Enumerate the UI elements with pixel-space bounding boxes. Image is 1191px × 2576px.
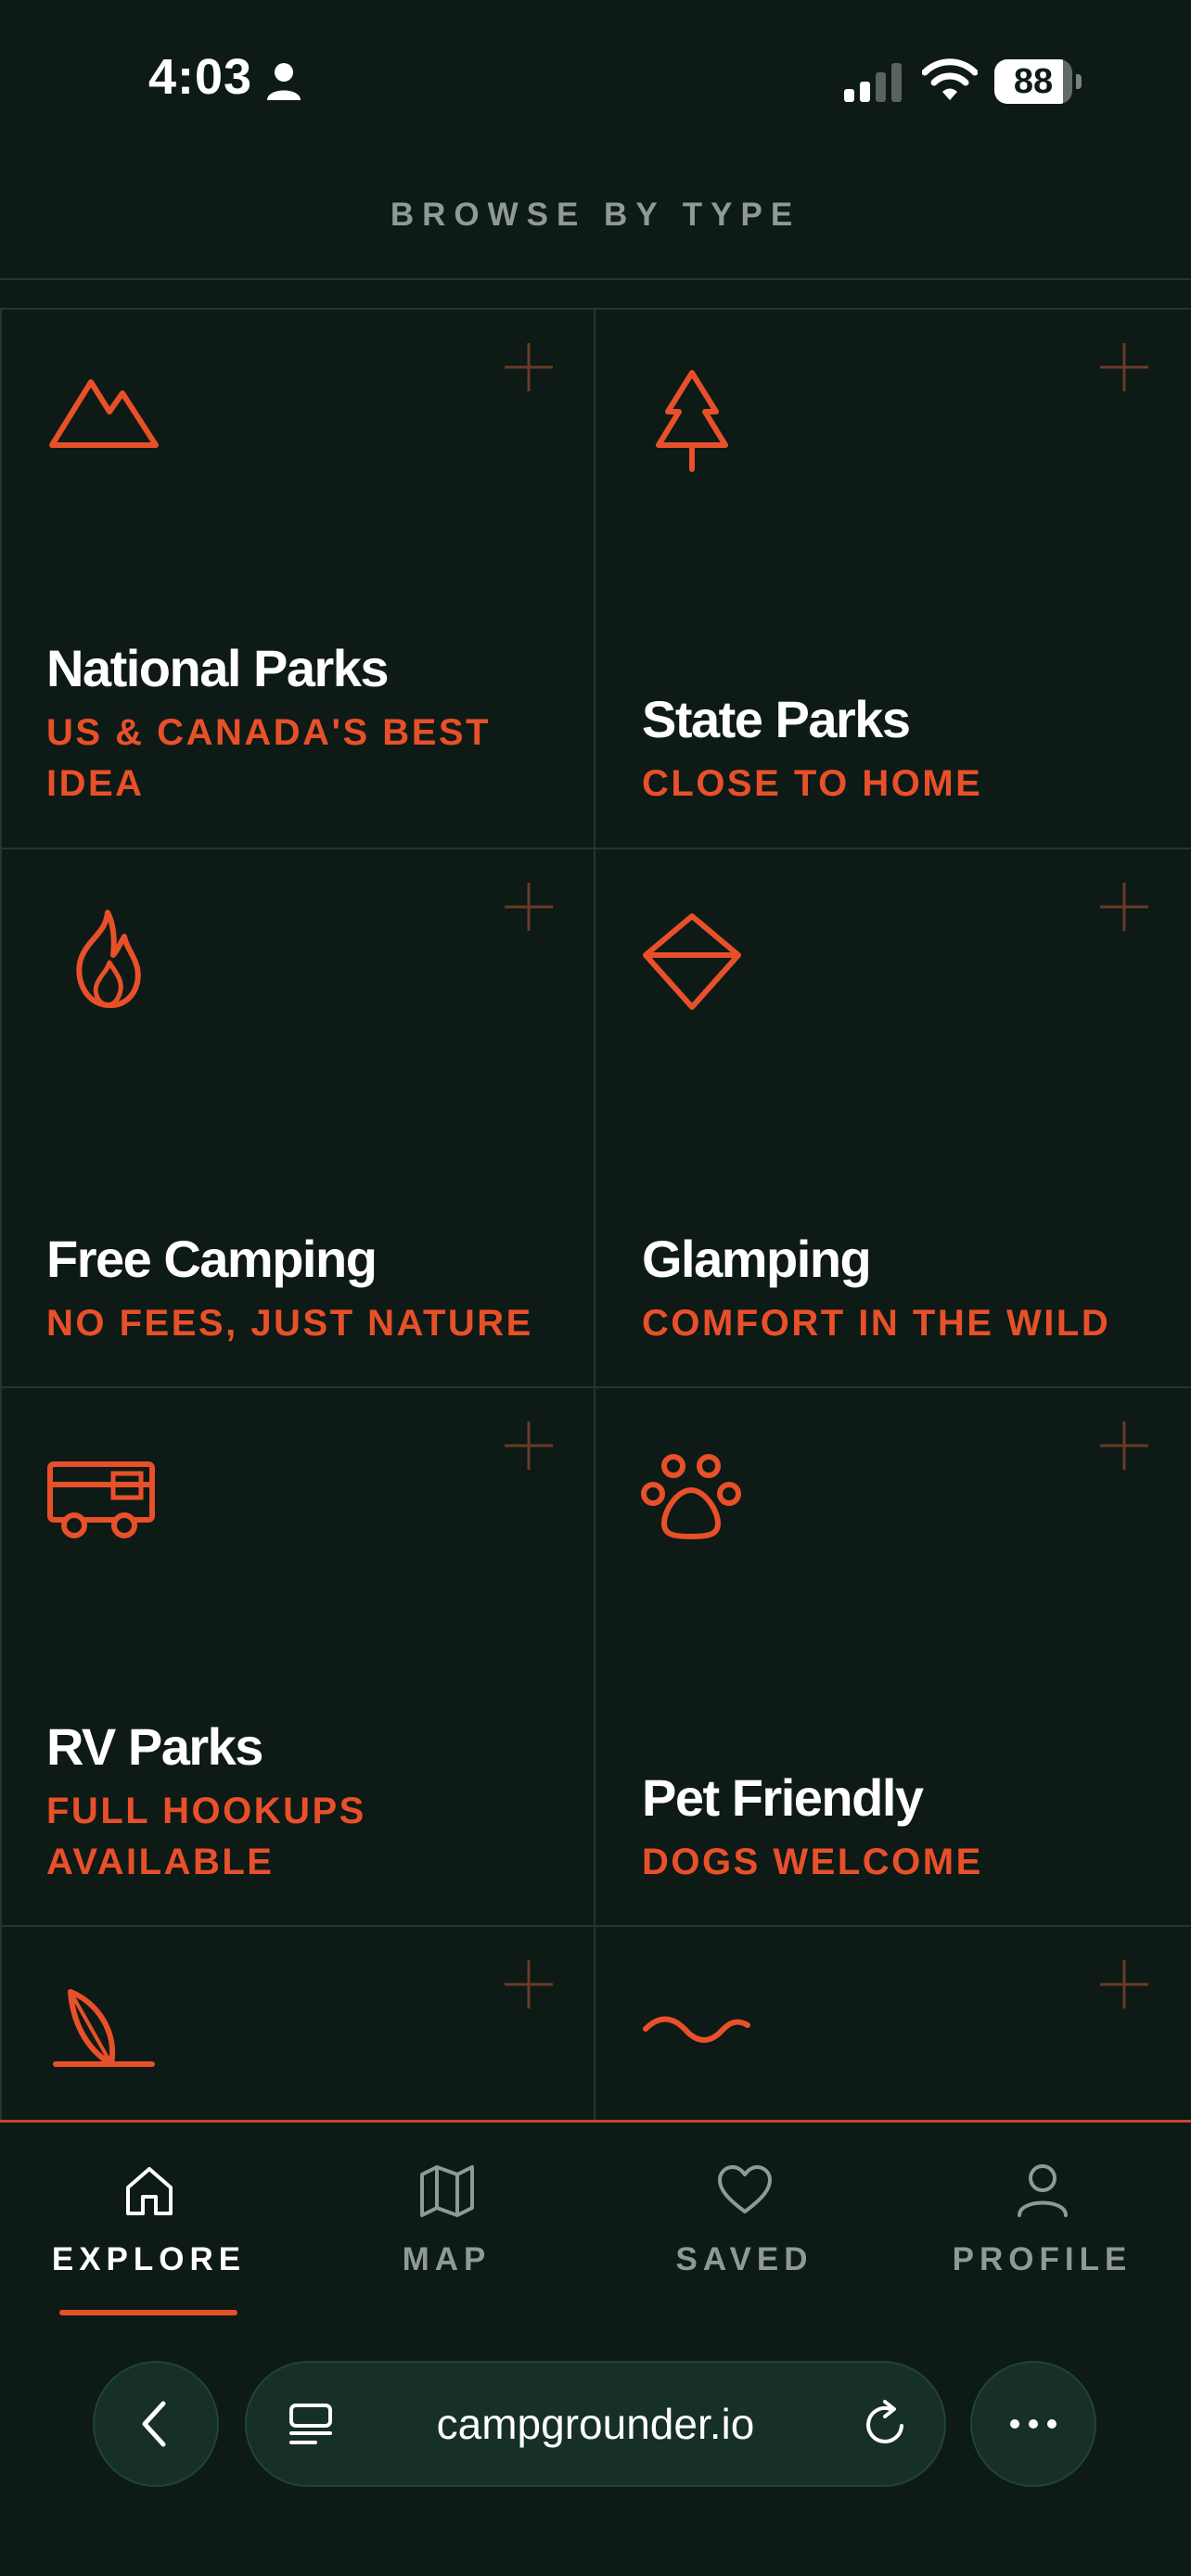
plus-icon[interactable] [1098, 341, 1150, 393]
ellipsis-icon [1010, 2419, 1057, 2429]
cellular-signal-icon [844, 63, 902, 102]
category-card-national-parks[interactable]: National Parks US & CANADA'S BEST IDEA [0, 310, 594, 848]
plus-icon[interactable] [503, 881, 555, 933]
category-tagline: US & CANADA'S BEST IDEA [46, 712, 491, 804]
category-card-pet-friendly[interactable]: Pet Friendly DOGS WELCOME [596, 1388, 1189, 1927]
tabs-icon [289, 2404, 332, 2444]
category-tagline: CLOSE TO HOME [642, 763, 983, 804]
plus-icon[interactable] [503, 341, 555, 393]
browser-toolbar: campgrounder.io [0, 2318, 1191, 2576]
chevron-left-icon [142, 2401, 166, 2447]
nav-item-profile[interactable]: PROFILE [893, 2123, 1191, 2317]
category-name: Free Camping [46, 1230, 378, 1288]
diamond-icon [643, 913, 741, 1010]
status-time: 4:03 [148, 49, 253, 105]
plus-icon[interactable] [503, 1958, 555, 2010]
header-divider [0, 278, 1191, 280]
category-card-state-parks[interactable]: State Parks CLOSE TO HOME [596, 310, 1189, 848]
category-tagline: FULL HOOKUPS AVAILABLE [46, 1791, 366, 1882]
nav-item-map[interactable]: MAP [298, 2123, 596, 2317]
plus-icon[interactable] [1098, 881, 1150, 933]
nav-label: SAVED [675, 2241, 813, 2277]
paw-icon [641, 1454, 741, 1539]
plus-icon[interactable] [1098, 1420, 1150, 1472]
person-icon [1018, 2164, 1068, 2217]
plus-icon[interactable] [1098, 1958, 1150, 2010]
wifi-icon [922, 58, 978, 100]
category-name: National Parks [46, 639, 390, 697]
category-card-free-camping[interactable]: Free Camping NO FEES, JUST NATURE [0, 849, 594, 1388]
mountain-icon [49, 379, 159, 448]
section-title: BROWSE BY TYPE [390, 197, 801, 233]
nav-label: PROFILE [952, 2241, 1133, 2277]
back-button[interactable] [93, 2361, 219, 2487]
category-tagline: DOGS WELCOME [642, 1842, 983, 1882]
category-name: State Parks [642, 690, 911, 748]
more-button[interactable] [970, 2361, 1096, 2487]
category-card-beach[interactable] [0, 1927, 594, 2122]
category-card-waterfront[interactable] [596, 1927, 1189, 2122]
category-grid: National Parks US & CANADA'S BEST IDEA S… [0, 308, 1191, 2122]
battery-percent: 88 [1013, 62, 1054, 101]
category-name: RV Parks [46, 1717, 263, 1776]
flame-icon [76, 910, 141, 1009]
nav-label: EXPLORE [51, 2241, 247, 2277]
active-tab-indicator [59, 2310, 237, 2315]
heart-icon [718, 2165, 772, 2213]
status-bar: 4:03 88 [0, 0, 1191, 139]
home-icon [126, 2167, 173, 2215]
category-name: Pet Friendly [642, 1768, 924, 1827]
category-tagline: COMFORT IN THE WILD [642, 1303, 1111, 1344]
category-card-rv-parks[interactable]: RV Parks FULL HOOKUPS AVAILABLE [0, 1388, 594, 1927]
person-icon [267, 63, 301, 100]
nav-item-explore[interactable]: EXPLORE [0, 2123, 298, 2317]
battery-indicator: 88 [994, 59, 1082, 104]
address-bar[interactable]: campgrounder.io [245, 2361, 946, 2487]
map-icon [420, 2165, 474, 2217]
category-tagline: NO FEES, JUST NATURE [46, 1303, 533, 1344]
category-card-glamping[interactable]: Glamping COMFORT IN THE WILD [596, 849, 1189, 1388]
plus-icon[interactable] [503, 1420, 555, 1472]
reload-icon[interactable] [861, 2400, 909, 2448]
nav-item-saved[interactable]: SAVED [596, 2123, 893, 2317]
nav-label: MAP [402, 2241, 492, 2277]
pine-tree-icon [656, 370, 728, 472]
url-text: campgrounder.io [436, 2400, 755, 2448]
bottom-nav: EXPLORE MAP SAVED PROFILE [0, 2123, 1191, 2317]
rv-icon [47, 1461, 155, 1538]
category-name: Glamping [642, 1230, 872, 1288]
